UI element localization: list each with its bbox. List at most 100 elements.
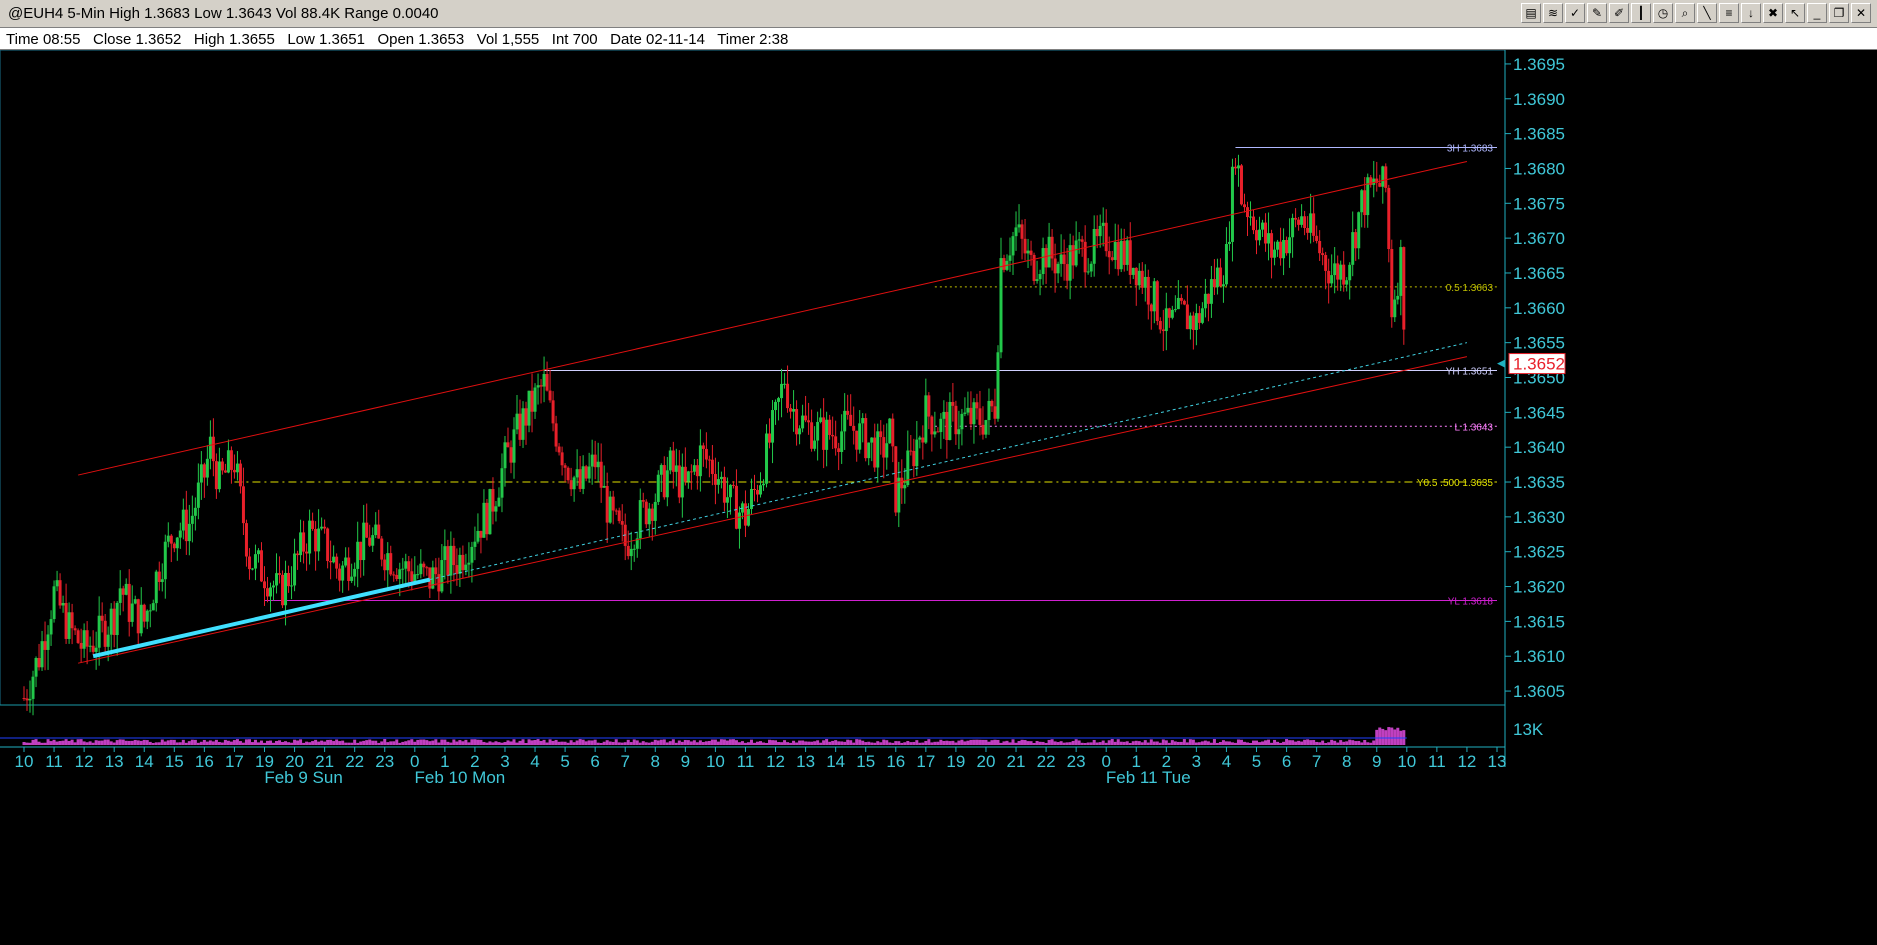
candle-body	[921, 437, 925, 443]
candle-body	[1077, 239, 1081, 241]
volume-bar	[560, 741, 564, 745]
bar-icon[interactable]: ┃	[1631, 3, 1651, 23]
volume-bar	[608, 741, 612, 745]
draw-icon[interactable]: ✎	[1587, 3, 1607, 23]
volume-bar	[1197, 742, 1201, 745]
volume-bar	[1330, 739, 1334, 745]
volume-bar	[31, 739, 35, 745]
candle-body	[97, 615, 101, 648]
candle-body	[596, 461, 600, 468]
volume-bar	[737, 742, 741, 745]
candle-body	[1158, 320, 1162, 330]
candle-body	[1252, 216, 1256, 231]
candle-body	[1294, 217, 1298, 220]
arrow-icon[interactable]: ↓	[1741, 3, 1761, 23]
pen-icon[interactable]: ✐	[1609, 3, 1629, 23]
volume-bar	[942, 741, 946, 745]
volume-bar	[1360, 742, 1364, 745]
volume-bar	[157, 742, 161, 745]
candle-body	[76, 630, 80, 643]
candle-body	[831, 434, 835, 437]
candle-body	[190, 515, 194, 524]
volume-bar	[572, 742, 576, 745]
clock-icon[interactable]: ◷	[1653, 3, 1673, 23]
candle-body	[1110, 257, 1114, 260]
price-chart[interactable]: 1.3605 1.3610 1.3615 1.3620 1.3625 1.3630 1.36…	[0, 50, 1877, 945]
candle-body	[662, 465, 666, 498]
volume-bar	[368, 739, 372, 745]
candle-body	[608, 496, 612, 523]
candle-body	[1273, 249, 1277, 258]
candle-body	[762, 483, 766, 486]
restore-icon[interactable]: ❐	[1829, 3, 1849, 23]
candle-body	[1143, 276, 1147, 288]
candle-body	[674, 465, 678, 472]
volume-bar	[1038, 741, 1042, 745]
candle-body	[876, 431, 880, 468]
candle-body	[680, 466, 684, 498]
close-icon[interactable]: ✕	[1851, 3, 1871, 23]
candle-body	[374, 524, 378, 536]
volume-bar	[554, 739, 558, 745]
candle-body	[395, 574, 399, 580]
candle-body	[719, 476, 723, 480]
volume-bar	[527, 739, 531, 745]
candle-body	[560, 452, 564, 466]
minimize-icon[interactable]: _	[1807, 3, 1827, 23]
candle-body	[1140, 270, 1144, 288]
volume-bar	[518, 740, 522, 745]
volume-bar	[1276, 741, 1280, 745]
chart-icon[interactable]: ▤	[1521, 3, 1541, 23]
volume-bar	[1245, 742, 1249, 745]
volume-bar	[341, 740, 345, 745]
candle-body	[446, 546, 450, 576]
fib-icon[interactable]: ≡	[1719, 3, 1739, 23]
info-high: High 1.3655	[193, 31, 275, 48]
volume-bar	[873, 742, 877, 745]
cursor-icon[interactable]: ↖	[1785, 3, 1805, 23]
candle-body	[1297, 219, 1301, 225]
candle-body	[256, 550, 260, 555]
candle-body	[347, 557, 351, 581]
volume-bar	[407, 740, 411, 745]
volume-bar	[46, 739, 50, 745]
volume-bar	[774, 740, 778, 745]
candle-body	[891, 418, 895, 447]
compare-icon[interactable]: ≋	[1543, 3, 1563, 23]
volume-bar	[130, 740, 134, 745]
candle-body	[368, 537, 372, 546]
info-time: Time 08:55	[6, 31, 81, 48]
volume-bar	[85, 742, 89, 745]
info-timer: Timer 2:38	[717, 31, 789, 48]
volume-bar	[1188, 739, 1192, 745]
volume-bar	[1348, 739, 1352, 745]
candle-body	[124, 583, 128, 595]
volume-bar	[1029, 741, 1033, 745]
candle-body	[1095, 228, 1099, 237]
delete-icon[interactable]: ✖	[1763, 3, 1783, 23]
volume-bar	[819, 742, 823, 745]
volume-bar	[867, 741, 871, 745]
candle-body	[58, 580, 62, 606]
candle-body	[85, 630, 89, 647]
volume-bar	[1035, 740, 1039, 745]
volume-bar	[515, 742, 519, 745]
candle-body	[281, 574, 285, 606]
volume-bar	[704, 741, 708, 745]
volume-bar	[918, 742, 922, 745]
volume-bar	[843, 741, 847, 745]
indicator-icon[interactable]: ✓	[1565, 3, 1585, 23]
candle-body	[193, 507, 197, 516]
volume-bar	[491, 742, 495, 745]
candle-body	[485, 502, 489, 535]
time-tick-label: 7	[620, 752, 629, 771]
candle-body	[314, 528, 318, 552]
candle-body	[969, 407, 973, 425]
volume-bar	[76, 739, 80, 745]
line-icon[interactable]: ╲	[1697, 3, 1717, 23]
volume-bar	[563, 741, 567, 745]
volume-bar	[906, 741, 910, 745]
volume-bar	[196, 742, 200, 745]
zoom-icon[interactable]: ⌕	[1675, 3, 1695, 23]
volume-bar	[668, 741, 672, 745]
